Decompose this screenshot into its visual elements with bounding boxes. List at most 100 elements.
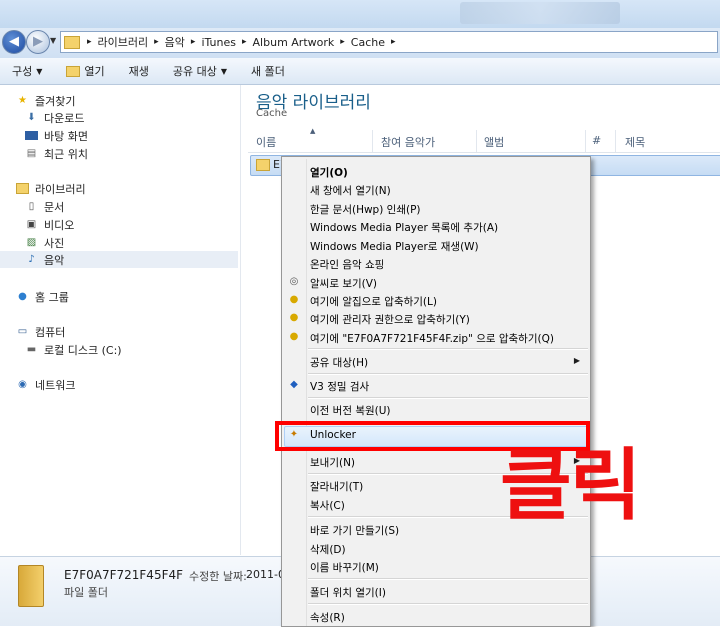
open-button[interactable]: 열기 bbox=[54, 63, 116, 79]
submenu-arrow-icon: ▶ bbox=[573, 356, 580, 365]
documents-icon: ▯ bbox=[28, 200, 35, 212]
address-bar-area: ◀ ▶ ▼ ▸ 라이브러리 ▸ 음악 ▸ iTunes ▸ Album Artw… bbox=[0, 28, 720, 58]
sidebar-item-network[interactable]: ◉ 네트워크 bbox=[16, 376, 75, 393]
share-button[interactable]: 공유 대상 ▼ bbox=[161, 63, 239, 79]
sort-arrow-icon: ▲ bbox=[310, 127, 316, 135]
context-menu: 열기(O) 새 창에서 열기(N) 한글 문서(Hwp) 인쇄(P) Windo… bbox=[281, 156, 591, 627]
menu-item-alsee[interactable]: 알씨로 보기(V) bbox=[310, 276, 377, 291]
sidebar-item-pictures[interactable]: ▨ 사진 bbox=[25, 234, 64, 251]
column-header-track-number[interactable]: # bbox=[592, 134, 601, 147]
open-label: 열기 bbox=[84, 65, 105, 78]
chevron-right-icon[interactable]: ▸ bbox=[242, 37, 247, 47]
menu-item-send-to[interactable]: 보내기(N) bbox=[310, 455, 355, 470]
details-date-label: 수정한 날짜: bbox=[189, 570, 247, 583]
folder-icon bbox=[18, 565, 44, 607]
computer-icon: ▭ bbox=[17, 325, 28, 337]
folder-icon bbox=[64, 35, 80, 49]
sidebar-item-favorites[interactable]: ★ 즐겨찾기 bbox=[16, 92, 75, 109]
menu-item-v3-scan[interactable]: V3 정밀 검사 bbox=[310, 379, 369, 394]
menu-item-hwp-print[interactable]: 한글 문서(Hwp) 인쇄(P) bbox=[310, 202, 421, 217]
back-button[interactable]: ◀ bbox=[2, 30, 26, 54]
click-annotation: 클릭 bbox=[500, 441, 642, 531]
alzip-admin-icon: ● bbox=[289, 312, 299, 323]
share-label: 공유 대상 bbox=[172, 65, 217, 78]
sidebar-item-music[interactable]: ♪ 음악 bbox=[0, 251, 238, 268]
chevron-down-icon: ▼ bbox=[36, 66, 43, 76]
play-button[interactable]: 재생 bbox=[117, 63, 161, 79]
organize-label: 구성 bbox=[12, 65, 33, 78]
address-box[interactable]: ▸ 라이브러리 ▸ 음악 ▸ iTunes ▸ Album Artwork ▸ … bbox=[60, 31, 718, 53]
hard-drive-icon: ▬ bbox=[26, 343, 37, 355]
menu-item-music-shop[interactable]: 온라인 음악 쇼핑 bbox=[310, 257, 384, 272]
menu-item-alzip[interactable]: 여기에 알집으로 압축하기(L) bbox=[310, 294, 437, 309]
forward-button[interactable]: ▶ bbox=[26, 30, 50, 54]
command-toolbar: 구성 ▼ 열기 재생 공유 대상 ▼ 새 폴더 bbox=[0, 58, 720, 85]
sidebar-item-homegroup[interactable]: ● 홈 그룹 bbox=[16, 288, 69, 305]
menu-item-copy[interactable]: 복사(C) bbox=[310, 498, 345, 513]
chevron-right-icon[interactable]: ▸ bbox=[340, 37, 345, 47]
menu-item-wmp-add[interactable]: Windows Media Player 목록에 추가(A) bbox=[310, 220, 498, 235]
chevron-down-icon: ▼ bbox=[220, 66, 228, 76]
menu-item-delete[interactable]: 삭제(D) bbox=[310, 542, 346, 557]
breadcrumb-cache[interactable]: Cache bbox=[351, 36, 385, 49]
column-header-title[interactable]: 제목 bbox=[625, 134, 645, 150]
menu-item-alzip-named[interactable]: 여기에 "E7F0A7F721F45F4F.zip" 으로 압축하기(Q) bbox=[310, 331, 554, 346]
homegroup-icon: ● bbox=[18, 290, 27, 302]
chevron-right-icon[interactable]: ▸ bbox=[191, 37, 196, 47]
sidebar-item-videos[interactable]: ▣ 비디오 bbox=[25, 216, 75, 233]
column-header-row: 이름 ▲ 참여 음악가 앨범 # 제목 bbox=[248, 127, 720, 153]
sidebar-label: 최근 위치 bbox=[44, 147, 88, 161]
chevron-right-icon[interactable]: ▸ bbox=[391, 37, 396, 47]
sidebar-label: 음악 bbox=[44, 253, 65, 267]
menu-item-properties[interactable]: 속성(R) bbox=[310, 610, 345, 625]
sidebar-label: 문서 bbox=[44, 200, 65, 214]
sidebar-item-local-disk[interactable]: ▬ 로컬 디스크 (C:) bbox=[25, 341, 122, 358]
alsee-icon: ◎ bbox=[289, 276, 299, 287]
column-header-name[interactable]: 이름 bbox=[256, 134, 276, 150]
sidebar-item-documents[interactable]: ▯ 문서 bbox=[25, 198, 65, 215]
music-note-icon: ♪ bbox=[28, 253, 35, 265]
sidebar-label: 로컬 디스크 (C:) bbox=[44, 343, 122, 357]
breadcrumb-music[interactable]: 음악 bbox=[165, 34, 185, 50]
window-titlebar bbox=[0, 0, 720, 28]
sidebar-item-computer[interactable]: ▭ 컴퓨터 bbox=[16, 323, 66, 340]
desktop-icon bbox=[25, 131, 38, 140]
breadcrumb-album-artwork[interactable]: Album Artwork bbox=[253, 36, 335, 49]
sidebar-label: 사진 bbox=[44, 236, 65, 250]
alzip-named-icon: ● bbox=[289, 331, 299, 342]
breadcrumb-library[interactable]: 라이브러리 bbox=[98, 34, 149, 50]
menu-item-wmp-play[interactable]: Windows Media Player로 재생(W) bbox=[310, 239, 479, 254]
sidebar-label: 라이브러리 bbox=[35, 182, 86, 196]
menu-item-open-folder-location[interactable]: 폴더 위치 열기(I) bbox=[310, 585, 386, 600]
download-folder-icon: ⬇ bbox=[27, 111, 36, 123]
menu-item-alzip-admin[interactable]: 여기에 관리자 권한으로 압축하기(Y) bbox=[310, 312, 470, 327]
menu-item-open[interactable]: 열기(O) bbox=[310, 165, 348, 180]
recent-pages-dropdown[interactable]: ▼ bbox=[50, 36, 56, 45]
blurred-title-region bbox=[460, 2, 620, 24]
new-folder-label: 새 폴더 bbox=[251, 65, 285, 78]
sidebar-label: 컴퓨터 bbox=[35, 325, 66, 339]
column-header-artist[interactable]: 참여 음악가 bbox=[381, 134, 435, 150]
menu-item-rename[interactable]: 이름 바꾸기(M) bbox=[310, 560, 379, 575]
folder-icon bbox=[66, 65, 81, 77]
sidebar-label: 비디오 bbox=[44, 218, 75, 232]
sidebar-item-downloads[interactable]: ⬇ 다운로드 bbox=[25, 109, 84, 126]
menu-item-restore-versions[interactable]: 이전 버전 복원(U) bbox=[310, 403, 391, 418]
menu-item-share[interactable]: 공유 대상(H) bbox=[310, 355, 368, 370]
column-header-album[interactable]: 앨범 bbox=[484, 134, 504, 150]
sidebar-item-libraries[interactable]: 라이브러리 bbox=[16, 180, 86, 197]
sidebar-label: 다운로드 bbox=[44, 111, 85, 125]
chevron-right-icon[interactable]: ▸ bbox=[87, 37, 92, 47]
menu-item-create-shortcut[interactable]: 바로 가기 만들기(S) bbox=[310, 523, 399, 538]
recent-places-icon: ▤ bbox=[26, 147, 37, 159]
sidebar-item-recent[interactable]: ▤ 최근 위치 bbox=[25, 145, 88, 162]
chevron-right-icon[interactable]: ▸ bbox=[154, 37, 159, 47]
sidebar-item-desktop[interactable]: 바탕 화면 bbox=[25, 127, 88, 144]
pictures-icon: ▨ bbox=[26, 236, 37, 248]
menu-item-open-new-window[interactable]: 새 창에서 열기(N) bbox=[310, 183, 391, 198]
new-folder-button[interactable]: 새 폴더 bbox=[239, 63, 297, 79]
organize-button[interactable]: 구성 ▼ bbox=[0, 63, 54, 79]
breadcrumb-itunes[interactable]: iTunes bbox=[201, 36, 236, 49]
menu-item-cut[interactable]: 잘라내기(T) bbox=[310, 479, 363, 494]
alzip-icon: ● bbox=[289, 294, 299, 305]
